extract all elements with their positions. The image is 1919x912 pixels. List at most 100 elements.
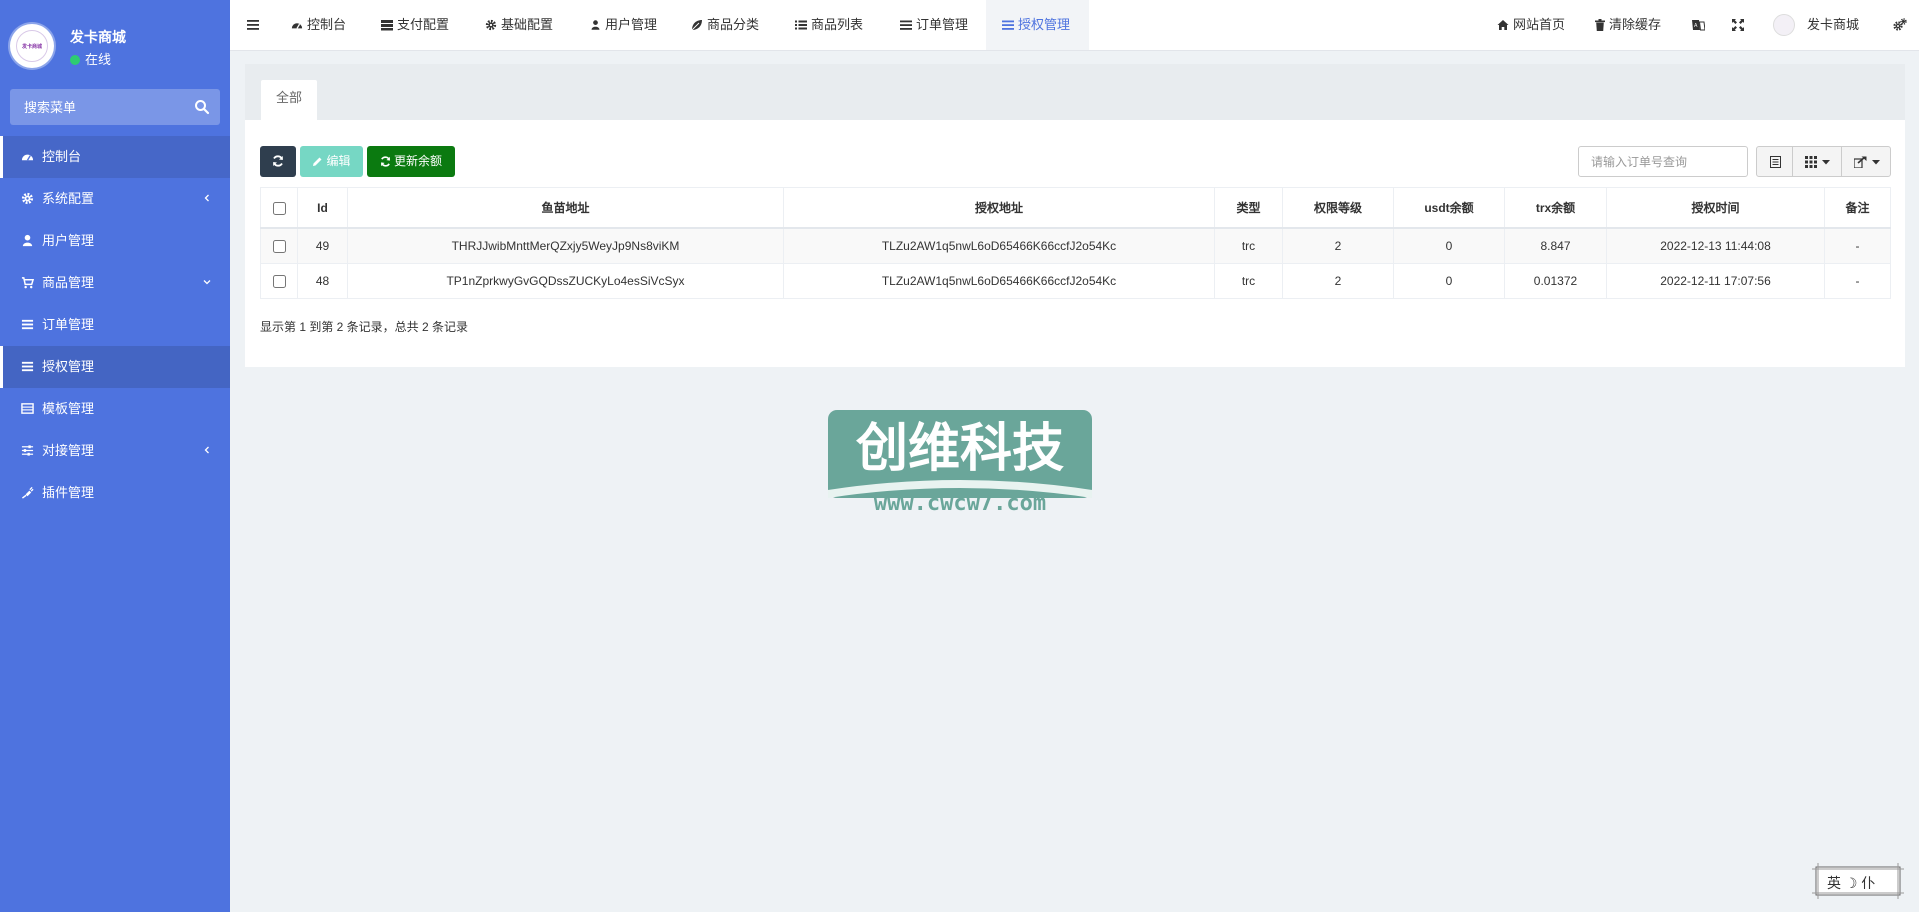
select-all-checkbox[interactable] — [272, 201, 286, 215]
sidebar-toggle-button[interactable] — [247, 0, 263, 50]
menu-search — [10, 89, 220, 125]
sidebar-item-label: 授权管理 — [42, 359, 95, 374]
tab-user-management[interactable]: 用户管理 — [590, 0, 657, 50]
chevron-down-icon — [203, 280, 211, 285]
sidebar-item-system-config[interactable]: 系统配置 — [0, 178, 230, 220]
row-checkbox[interactable] — [272, 240, 286, 254]
sidebar-item-label: 控制台 — [42, 149, 82, 164]
sidebar-item-label: 模板管理 — [42, 401, 95, 416]
table-header-row: Id 鱼苗地址 授权地址 类型 权限等级 usdt余额 trx余额 授权时间 备… — [260, 187, 1891, 229]
tab-product-list[interactable]: 商品列表 — [795, 0, 863, 50]
column-header-type[interactable]: 类型 — [1214, 187, 1283, 229]
gear-icon — [21, 192, 34, 205]
tab-all[interactable]: 全部 — [261, 80, 317, 120]
sidebar-item-label: 对接管理 — [42, 443, 95, 458]
row-select-cell — [260, 263, 298, 299]
tab-label: 订单管理 — [916, 17, 969, 32]
cell-type: trc — [1214, 263, 1283, 299]
row-checkbox[interactable] — [272, 275, 286, 289]
columns-button[interactable] — [1792, 146, 1842, 177]
sidebar-item-templates[interactable]: 模板管理 — [0, 388, 230, 430]
tab-product-category[interactable]: 商品分类 — [691, 0, 759, 50]
sliders-icon — [21, 445, 34, 456]
sidebar: 发卡商城 发卡商城 在线 控制台 系统配置 用户管理 商品管理 订单管理 — [0, 0, 230, 912]
plug-icon — [21, 486, 34, 499]
grid-icon — [1805, 156, 1817, 168]
export-button[interactable] — [1841, 146, 1891, 177]
avatar-text: 发卡商城 — [21, 44, 42, 50]
watermark-logo: 创维科技 www.cwcw7.com — [828, 410, 1092, 514]
order-search-input[interactable] — [1578, 146, 1748, 177]
fullscreen-icon — [1732, 19, 1744, 31]
gear-icon — [485, 19, 497, 31]
column-header-source-address[interactable]: 鱼苗地址 — [347, 187, 784, 229]
tab-label: 控制台 — [307, 17, 347, 32]
sidebar-item-products[interactable]: 商品管理 — [0, 262, 230, 304]
update-balance-button[interactable]: 更新余额 — [367, 146, 455, 177]
tab-dashboard[interactable]: 控制台 — [291, 0, 346, 50]
cart-icon — [21, 277, 34, 289]
cogs-icon — [1893, 18, 1907, 31]
row-select-cell — [260, 227, 298, 264]
column-header-remark[interactable]: 备注 — [1824, 187, 1891, 229]
tab-label: 基础配置 — [501, 17, 554, 32]
tab-basic-config[interactable]: 基础配置 — [485, 0, 553, 50]
toggle-view-button[interactable] — [1756, 146, 1793, 177]
column-header-auth-time[interactable]: 授权时间 — [1606, 187, 1825, 229]
cell-permission-level: 2 — [1282, 263, 1394, 299]
language-icon: A — [1692, 20, 1706, 31]
sidebar-item-label: 商品管理 — [42, 275, 95, 290]
online-status: 在线 — [70, 49, 111, 68]
site-home-link[interactable]: 网站首页 — [1497, 0, 1565, 50]
clear-cache-button[interactable]: 清除缓存 — [1595, 0, 1661, 50]
update-balance-label: 更新余额 — [393, 154, 442, 168]
tab-authorization[interactable]: 授权管理 — [986, 0, 1089, 50]
table-row[interactable]: 49 THRJJwibMnttMerQZxjy5WeyJp9Ns8viKM TL… — [260, 227, 1891, 264]
column-header-permission-level[interactable]: 权限等级 — [1282, 187, 1394, 229]
list-icon — [795, 20, 807, 30]
search-icon[interactable] — [194, 99, 210, 115]
sidebar-item-label: 系统配置 — [42, 191, 95, 206]
sidebar-item-users[interactable]: 用户管理 — [0, 220, 230, 262]
cell-remark: - — [1824, 263, 1891, 299]
sidebar-item-authorization[interactable]: 授权管理 — [0, 346, 230, 388]
menu-search-input[interactable] — [10, 89, 194, 125]
sidebar-item-plugins[interactable]: 插件管理 — [0, 472, 230, 514]
language-button[interactable]: A — [1692, 0, 1709, 50]
online-dot-icon — [70, 55, 80, 65]
authorization-table: Id 鱼苗地址 授权地址 类型 权限等级 usdt余额 trx余额 授权时间 备… — [260, 187, 1891, 299]
tab-order-management[interactable]: 订单管理 — [900, 0, 968, 50]
avatar[interactable]: 发卡商城 — [10, 24, 54, 68]
server-icon — [381, 20, 393, 31]
card-view-icon — [1770, 156, 1781, 168]
bars-icon — [1002, 20, 1014, 30]
home-icon — [1497, 20, 1509, 30]
cell-auth-time: 2022-12-13 11:44:08 — [1606, 227, 1825, 264]
fullscreen-button[interactable] — [1732, 0, 1748, 50]
watermark-title: 创维科技 — [855, 419, 1064, 479]
cell-remark: - — [1824, 227, 1891, 264]
cell-auth-address: TLZu2AW1q5nwL6oD65466K66ccfJ2o54Kc — [783, 263, 1215, 299]
ime-toolbar[interactable]: 英 ☽ 仆 — [1812, 863, 1904, 899]
pagination-info: 显示第 1 到第 2 条记录，总共 2 条记录 — [260, 320, 469, 334]
column-header-usdt-balance[interactable]: usdt余额 — [1393, 187, 1505, 229]
menu-icon — [247, 20, 259, 30]
user-menu[interactable]: 发卡商城 — [1773, 0, 1859, 50]
sidebar-item-label: 订单管理 — [42, 317, 95, 332]
top-navbar: 控制台 支付配置 基础配置 用户管理 商品分类 商品列表 订单管理 授权管理 网… — [230, 0, 1919, 51]
edit-button[interactable]: 编辑 — [300, 146, 363, 177]
sidebar-item-integration[interactable]: 对接管理 — [0, 430, 230, 472]
table-row[interactable]: 48 TP1nZprkwyGvGQDssZUCKyLo4esSiVcSyx TL… — [260, 263, 1891, 299]
sidebar-item-orders[interactable]: 订单管理 — [0, 304, 230, 346]
column-header-id[interactable]: Id — [297, 187, 348, 229]
select-all-cell — [260, 187, 298, 229]
sidebar-item-dashboard[interactable]: 控制台 — [0, 136, 230, 178]
column-header-auth-address[interactable]: 授权地址 — [783, 187, 1215, 229]
tab-payment-config[interactable]: 支付配置 — [381, 0, 449, 50]
dashboard-icon — [291, 23, 303, 29]
refresh-button[interactable] — [260, 146, 296, 177]
sidebar-menu: 控制台 系统配置 用户管理 商品管理 订单管理 授权管理 模板管理 对接管理 插… — [0, 136, 230, 514]
settings-button[interactable] — [1893, 0, 1911, 50]
column-header-trx-balance[interactable]: trx余额 — [1504, 187, 1607, 229]
cell-auth-time: 2022-12-11 17:07:56 — [1606, 263, 1825, 299]
